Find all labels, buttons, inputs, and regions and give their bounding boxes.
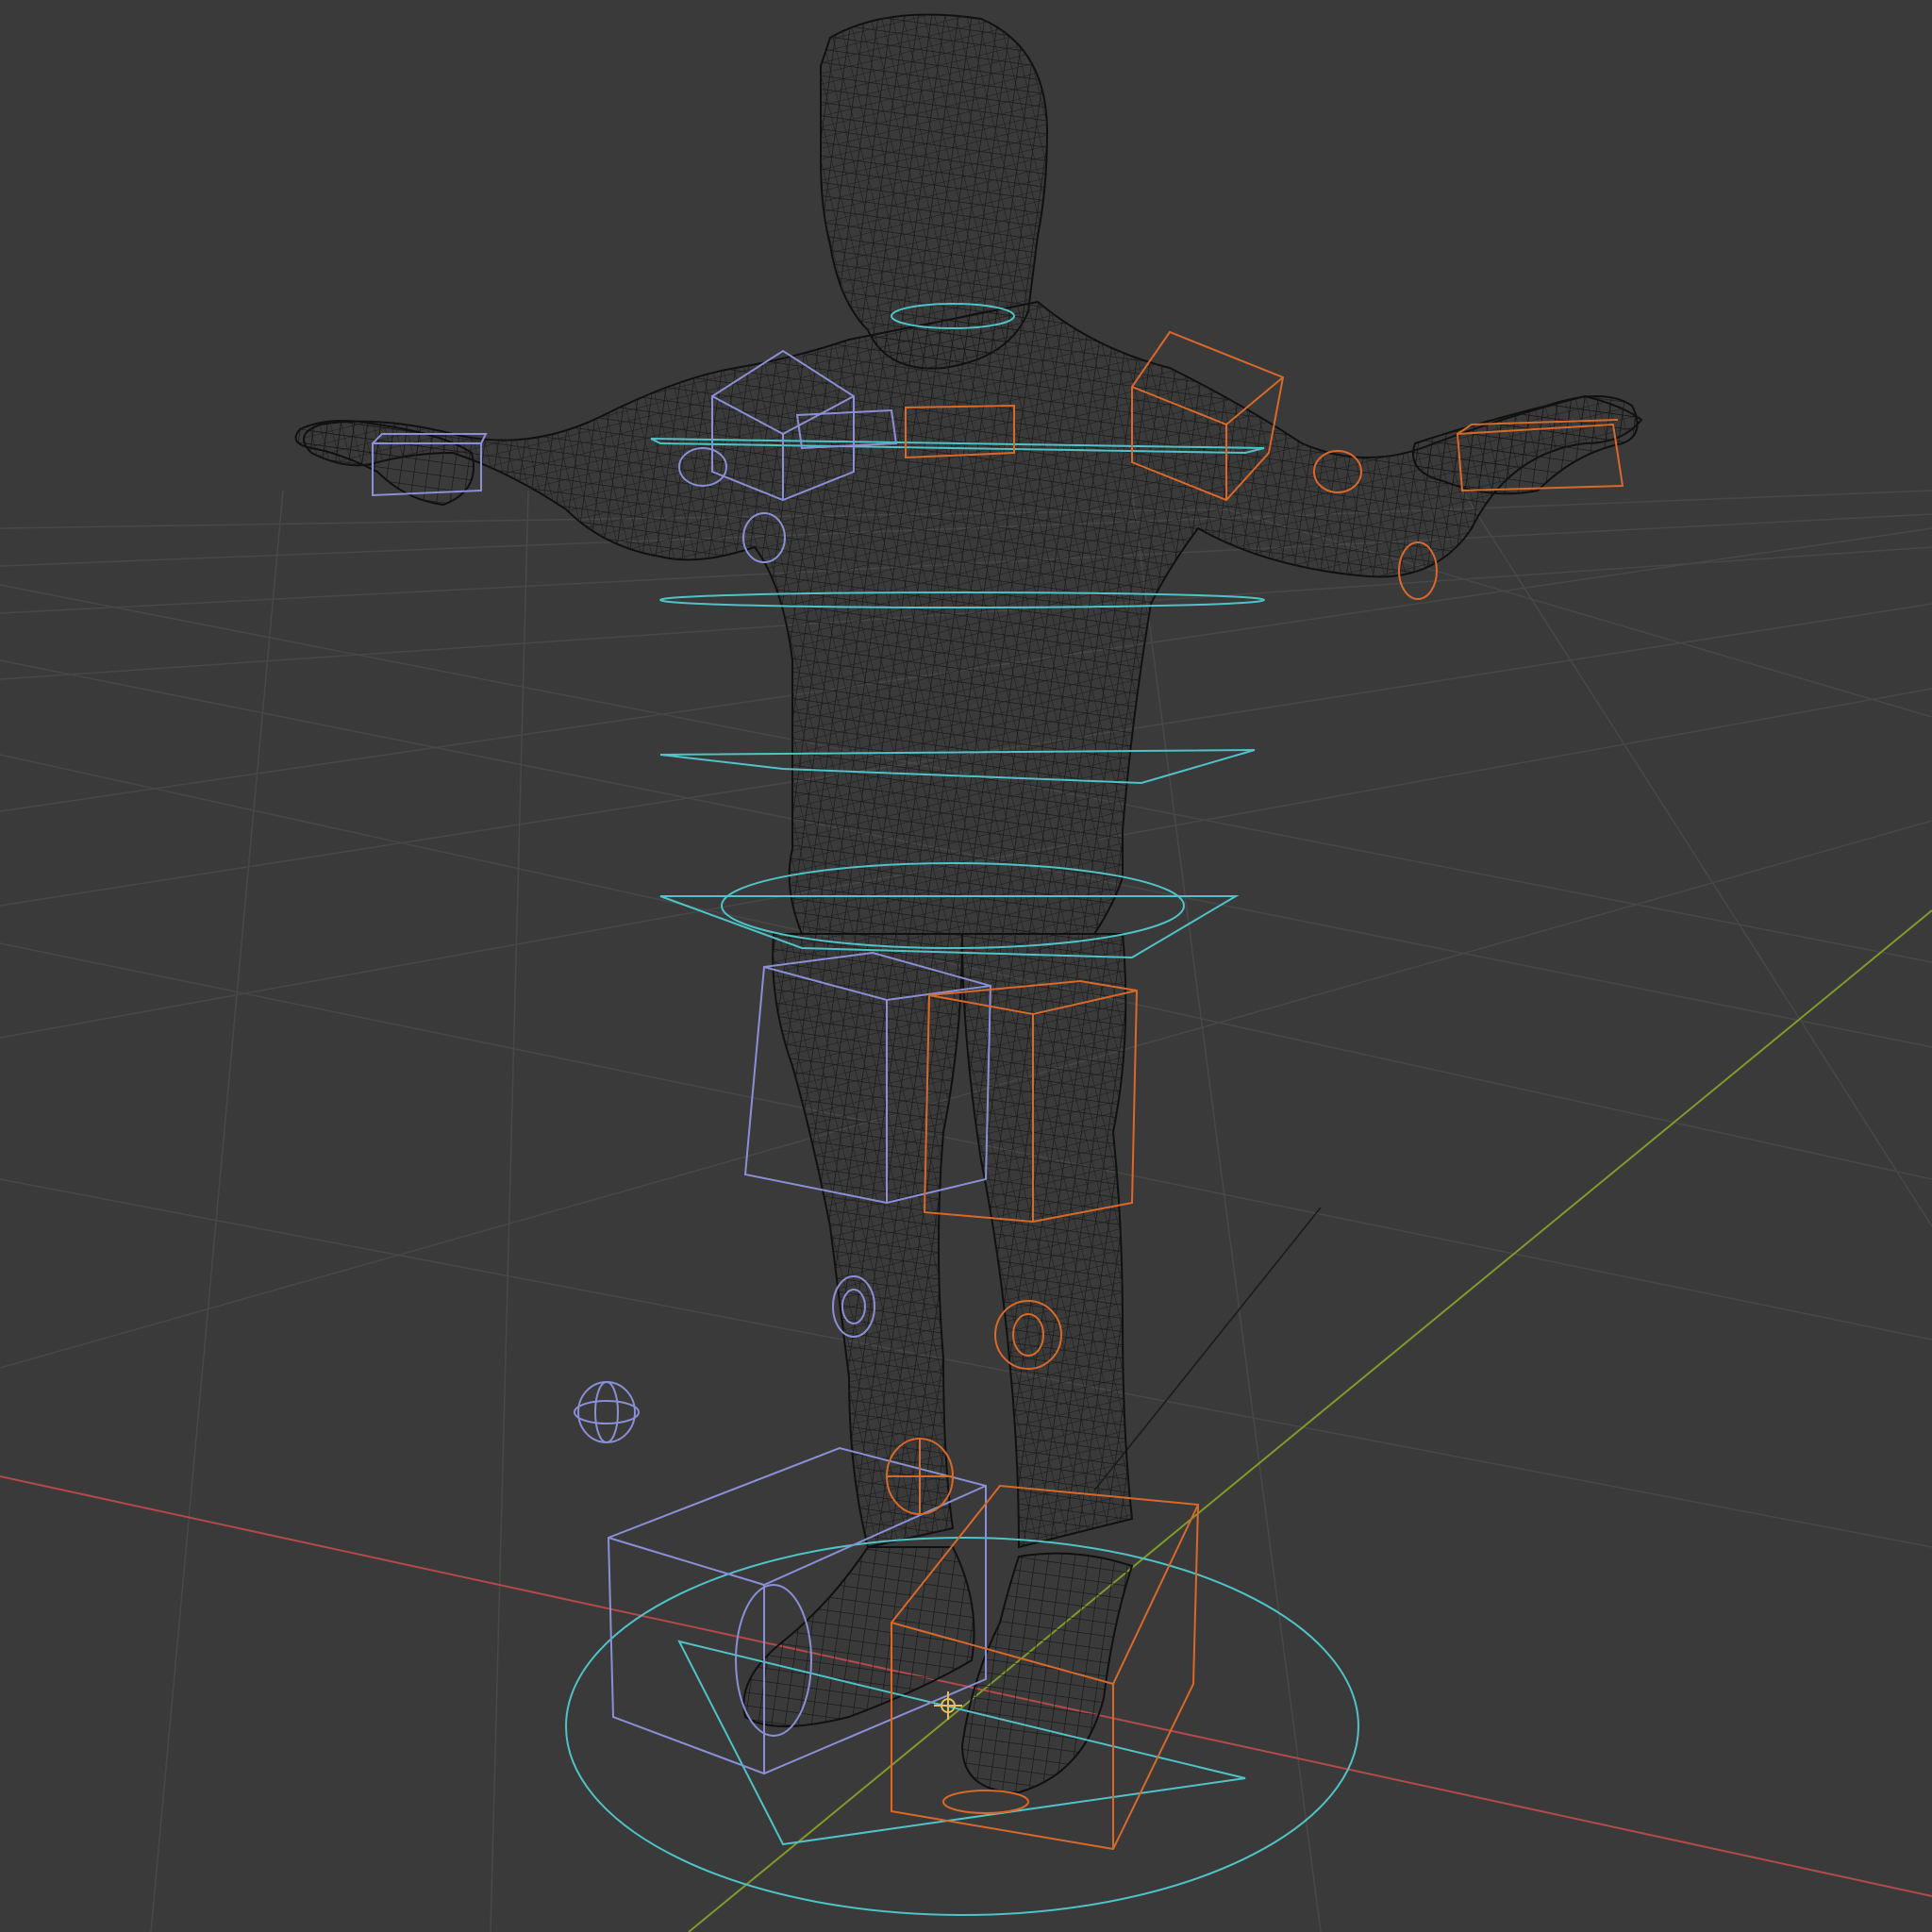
3d-viewport[interactable] xyxy=(0,0,1932,1932)
right-heel-control[interactable] xyxy=(942,1790,1029,1814)
empty-sphere-icon[interactable] xyxy=(574,1381,640,1443)
x-axis-line xyxy=(0,1475,1932,1897)
3d-cursor-icon[interactable] xyxy=(934,1691,962,1720)
camera-direction-line xyxy=(1093,1207,1322,1491)
viewport-canvas[interactable] xyxy=(0,0,1932,1932)
mesh-right-foot[interactable] xyxy=(960,1552,1134,1794)
mesh-right-hand[interactable] xyxy=(1412,395,1639,495)
